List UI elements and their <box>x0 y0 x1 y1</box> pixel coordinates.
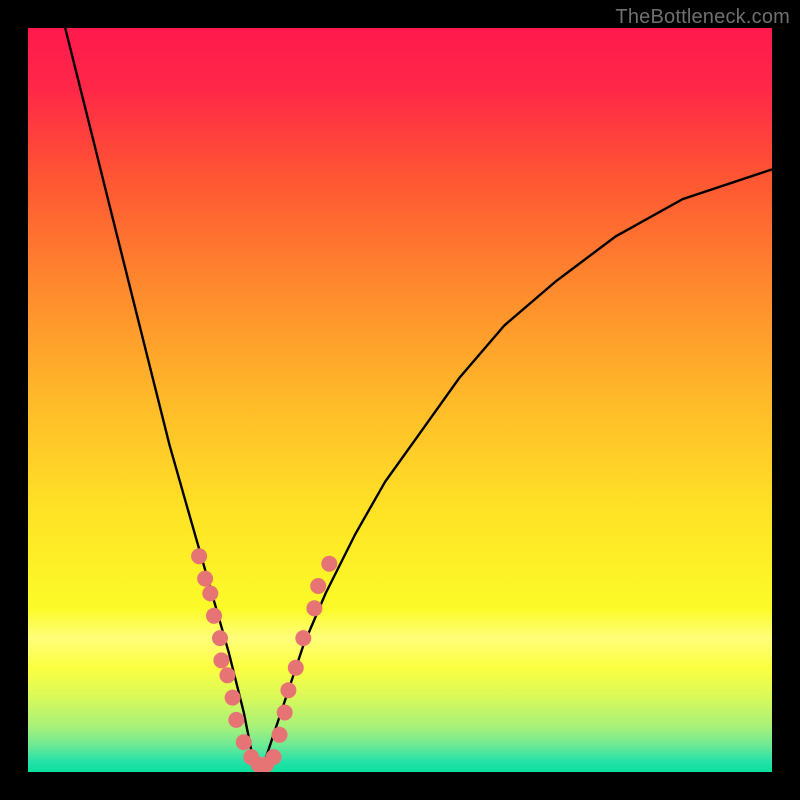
sample-dot <box>236 734 252 750</box>
sample-dot <box>213 652 229 668</box>
sample-dot <box>277 705 293 721</box>
watermark-text: TheBottleneck.com <box>615 6 790 29</box>
plot-area <box>28 28 772 772</box>
sample-dot <box>202 585 218 601</box>
sample-dot <box>310 578 326 594</box>
chart-canvas <box>28 28 772 772</box>
sample-dot <box>288 660 304 676</box>
sample-dot <box>272 727 288 743</box>
sample-dot <box>295 630 311 646</box>
sample-dot <box>266 749 282 765</box>
sample-dot <box>228 712 244 728</box>
sample-dot <box>191 548 207 564</box>
sample-dot <box>219 667 235 683</box>
sample-dot <box>225 690 241 706</box>
gradient-background <box>28 28 772 772</box>
outer-frame: TheBottleneck.com <box>0 0 800 800</box>
sample-dot <box>206 608 222 624</box>
sample-dot <box>280 682 296 698</box>
sample-dot <box>321 556 337 572</box>
sample-dot <box>197 571 213 587</box>
sample-dot <box>306 600 322 616</box>
sample-dot <box>212 630 228 646</box>
